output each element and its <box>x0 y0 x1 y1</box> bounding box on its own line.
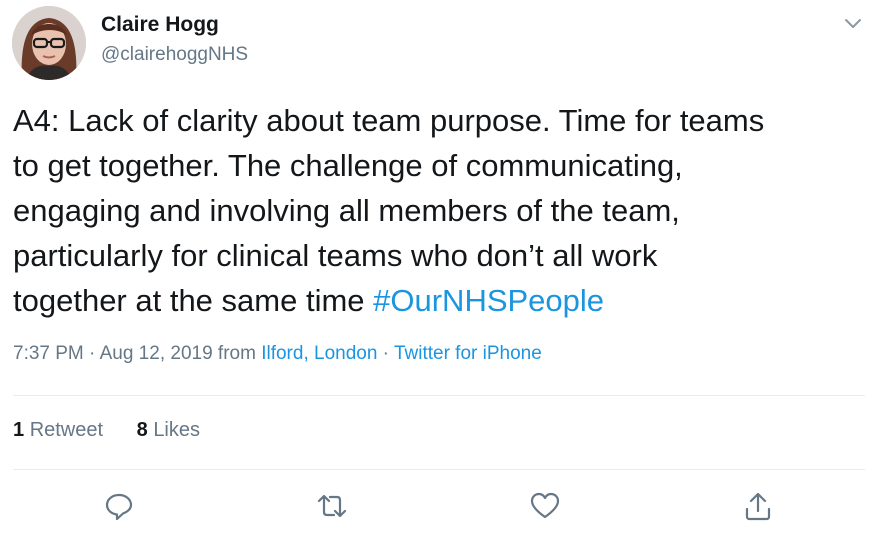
tweet-text: A4: Lack of clarity about team purpose. … <box>13 98 863 323</box>
retweet-icon[interactable] <box>316 490 348 522</box>
retweets-stat[interactable]: 1 Retweet <box>13 419 103 442</box>
retweets-count: 1 <box>13 419 25 441</box>
heart-icon[interactable] <box>529 490 561 522</box>
likes-stat[interactable]: 8 Likes <box>137 419 200 442</box>
reply-icon[interactable] <box>103 490 135 522</box>
likes-label: Likes <box>153 419 201 441</box>
author-name[interactable]: Claire Hogg <box>101 13 219 37</box>
timestamp[interactable]: 7:37 PM · Aug 12, 2019 from <box>13 343 261 364</box>
share-icon[interactable] <box>742 490 774 522</box>
tweet-card: Claire Hogg @clairehoggNHS A4: Lack of c… <box>0 0 884 536</box>
avatar[interactable] <box>12 6 86 80</box>
hashtag-link[interactable]: #OurNHSPeople <box>373 283 604 318</box>
location-link[interactable]: Ilford, London <box>261 343 377 364</box>
tweet-meta: 7:37 PM · Aug 12, 2019 from Ilford, Lond… <box>13 343 542 365</box>
divider-top <box>13 395 865 396</box>
chevron-down-icon[interactable] <box>842 12 864 34</box>
retweets-label: Retweet <box>29 419 104 441</box>
author-handle[interactable]: @clairehoggNHS <box>101 44 248 66</box>
source-link[interactable]: Twitter for iPhone <box>394 343 542 364</box>
meta-separator: · <box>377 343 394 364</box>
likes-count: 8 <box>136 419 148 441</box>
tweet-stats: 1 Retweet 8 Likes <box>13 419 228 442</box>
avatar-image <box>12 6 86 80</box>
divider-bottom <box>13 469 865 470</box>
